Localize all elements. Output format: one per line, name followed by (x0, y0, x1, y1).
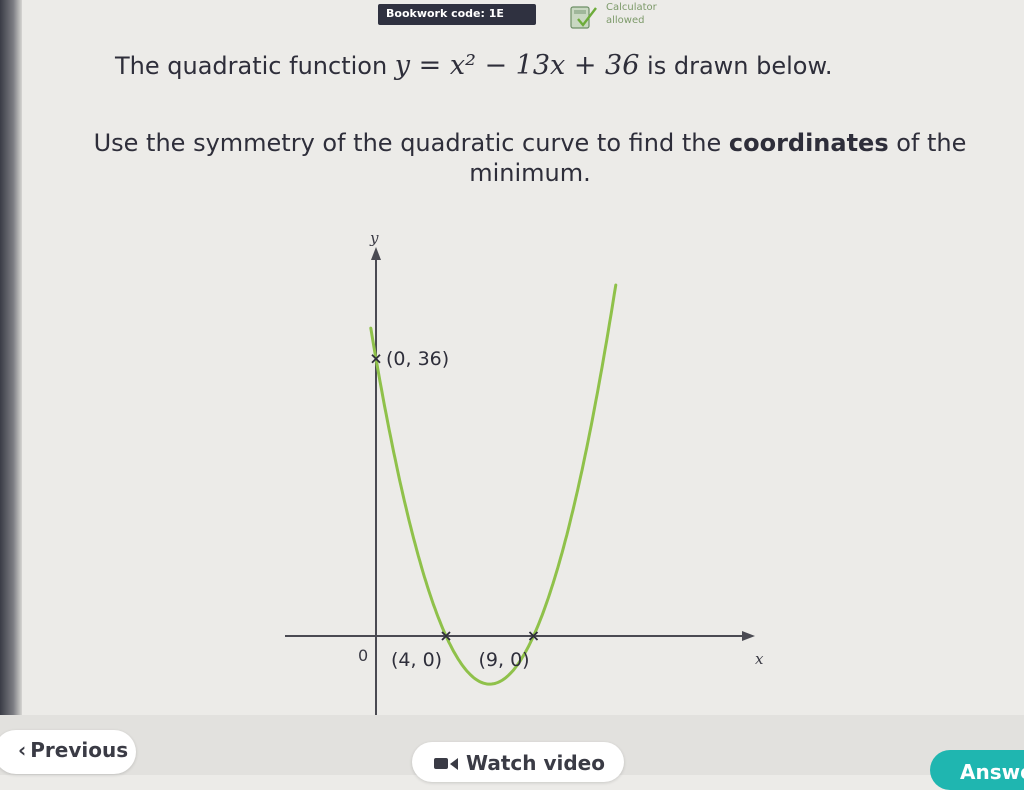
watch-video-label: Watch video (466, 751, 605, 775)
point-label-2: (9, 0) (479, 649, 530, 671)
point-label-1: (4, 0) (391, 649, 442, 671)
calculator-label: Calculator (606, 2, 657, 13)
origin-label: 0 (358, 646, 368, 665)
point-label-0: (0, 36) (386, 348, 449, 370)
answer-button[interactable]: Answer (930, 750, 1024, 790)
instruction-start: Use the symmetry of the quadratic curve … (93, 129, 729, 157)
x-axis-arrow-icon (742, 631, 755, 641)
x-axis-label: x (755, 650, 764, 668)
video-camera-icon (434, 751, 466, 775)
y-axis-label: y (369, 229, 379, 247)
calculator-allowed-label: allowed (606, 15, 645, 26)
previous-label: Previous (30, 738, 129, 762)
instruction-bold: coordinates (728, 129, 889, 157)
quadratic-curve (369, 283, 618, 686)
calculator-allowed-icon (570, 6, 597, 29)
top-bar: Bookwork code: 1E Calculator allowed (0, 0, 1024, 36)
bookwork-code-badge: Bookwork code: 1E (378, 4, 536, 25)
answer-label: Answer (960, 760, 1024, 784)
quadratic-graph: x y 0 (0, 36) (4, 0) (9, 0) (285, 229, 764, 720)
question-intro: The quadratic function y = x² − 13x + 36… (115, 50, 833, 81)
window-edge (0, 0, 22, 775)
previous-button[interactable]: ‹ Previous (0, 730, 136, 774)
question-instruction: Use the symmetry of the quadratic curve … (70, 128, 990, 188)
chevron-left-icon: ‹ (18, 738, 27, 762)
watch-video-button[interactable]: Watch video (412, 742, 624, 782)
y-axis-arrow-icon (371, 247, 381, 260)
quadratic-equation: y = x² − 13x + 36 (394, 50, 640, 81)
calculator-status: Calculator allowed (606, 1, 696, 27)
question-suffix: is drawn below. (639, 52, 833, 80)
question-prefix: The quadratic function (115, 52, 395, 80)
